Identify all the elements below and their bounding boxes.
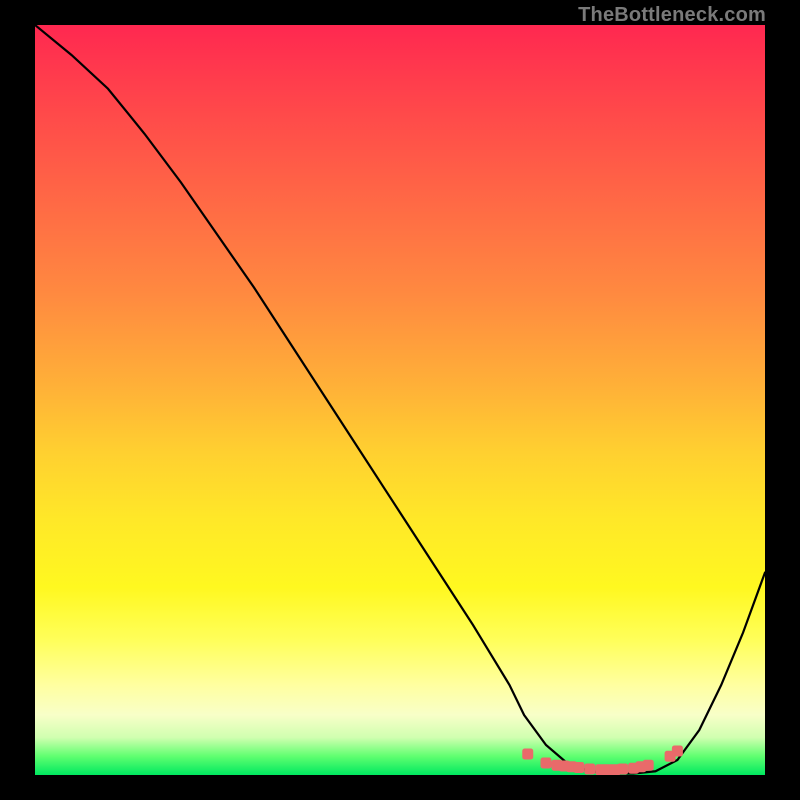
marker [541, 758, 552, 769]
watermark-text: TheBottleneck.com [578, 4, 766, 27]
marker [573, 762, 584, 773]
curve-path [35, 25, 765, 774]
plot-area [35, 25, 765, 775]
marker [672, 746, 683, 757]
marker [617, 764, 628, 775]
marker [643, 760, 654, 771]
chart-svg [35, 25, 765, 775]
marker [522, 749, 533, 760]
marker [584, 764, 595, 775]
chart-canvas: TheBottleneck.com [0, 0, 800, 800]
